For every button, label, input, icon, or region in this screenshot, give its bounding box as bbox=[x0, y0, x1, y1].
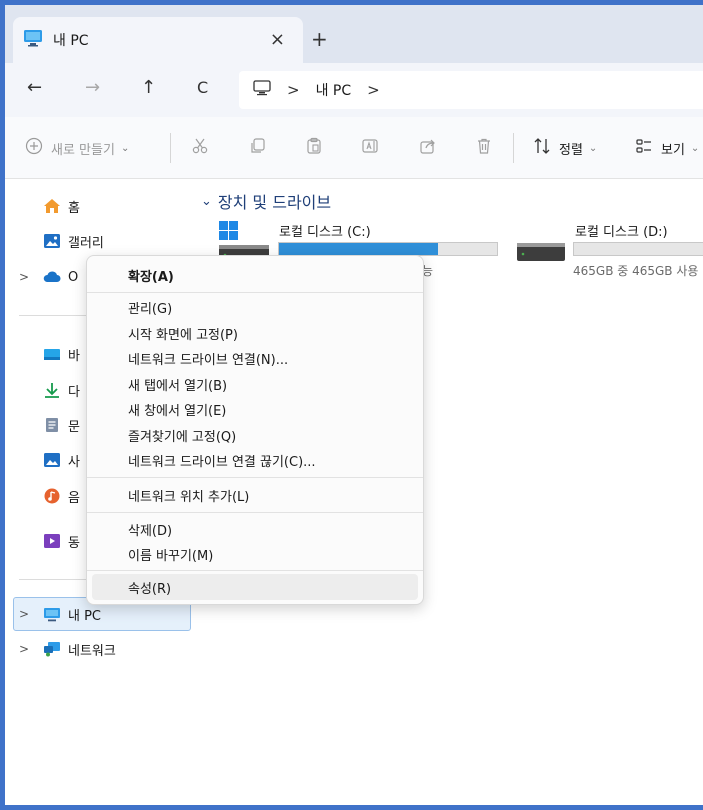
menu-item-delete[interactable]: 삭제(D) bbox=[92, 516, 418, 542]
chevron-right-icon[interactable]: > bbox=[19, 270, 29, 284]
sidebar-item-label: O bbox=[68, 269, 79, 285]
sidebar-item-label: 바 bbox=[68, 348, 80, 364]
menu-item-properties[interactable]: 속성(R) bbox=[92, 574, 418, 600]
sidebar-item-home[interactable]: 홈 bbox=[5, 189, 187, 223]
home-icon bbox=[43, 198, 61, 214]
download-icon bbox=[43, 382, 61, 398]
sidebar-item-label: 갤러리 bbox=[68, 235, 104, 251]
chevron-down-icon: ⌄ bbox=[120, 142, 130, 154]
monitor-icon bbox=[23, 29, 43, 51]
menu-separator bbox=[87, 512, 423, 513]
drive-usage-fill bbox=[279, 243, 439, 255]
network-icon bbox=[43, 641, 61, 657]
document-icon bbox=[43, 417, 61, 433]
menu-item-manage[interactable]: 관리(G) bbox=[92, 294, 418, 320]
desktop-icon bbox=[43, 346, 61, 362]
sidebar-item-label: 다 bbox=[68, 384, 80, 400]
sidebar-item-label: 음 bbox=[68, 490, 80, 506]
tab-bar: 내 PC × + bbox=[5, 5, 703, 63]
sidebar-item-label: 홈 bbox=[68, 200, 80, 216]
system-drive-icon bbox=[217, 219, 269, 261]
sort-icon bbox=[533, 137, 551, 159]
breadcrumb-expand[interactable]: > bbox=[367, 81, 380, 99]
tab-close-button[interactable]: × bbox=[270, 29, 285, 50]
new-button[interactable]: 새로 만들기 ⌄ bbox=[25, 137, 129, 159]
chevron-right-icon[interactable]: > bbox=[19, 607, 29, 621]
menu-separator bbox=[87, 477, 423, 478]
paste-icon[interactable] bbox=[305, 137, 323, 155]
breadcrumb-separator[interactable]: > bbox=[287, 81, 300, 99]
new-tab-button[interactable]: + bbox=[311, 29, 328, 49]
cut-icon[interactable] bbox=[191, 137, 209, 155]
sidebar-item-label: 동 bbox=[68, 535, 80, 551]
back-button[interactable]: ← bbox=[27, 77, 42, 99]
address-bar-row: ← → ↑ C > 내 PC > bbox=[5, 63, 703, 117]
sidebar-item-label: 사 bbox=[68, 454, 80, 470]
tab-title: 내 PC bbox=[53, 33, 89, 49]
drive-d[interactable]: 로컬 디스크 (D:) 465GB 중 465GB 사용 bbox=[515, 219, 703, 283]
menu-item-open-in-new-tab[interactable]: 새 탭에서 열기(B) bbox=[92, 371, 418, 397]
picture-icon bbox=[43, 452, 61, 468]
breadcrumb-this-pc[interactable]: 내 PC bbox=[316, 80, 352, 100]
drive-name: 로컬 디스크 (C:) bbox=[279, 225, 371, 240]
drive-name: 로컬 디스크 (D:) bbox=[575, 225, 668, 240]
view-button-label: 보기 bbox=[661, 142, 685, 158]
rename-icon[interactable] bbox=[361, 137, 379, 155]
menu-separator bbox=[87, 570, 423, 571]
drive-size-text: 465GB 중 465GB 사용 bbox=[573, 264, 699, 278]
new-button-label: 새로 만들기 bbox=[51, 142, 115, 158]
menu-separator bbox=[87, 292, 423, 293]
drive-usage-bar bbox=[278, 242, 498, 256]
sidebar-item-label: 네트워크 bbox=[68, 643, 116, 659]
toolbar-divider bbox=[513, 133, 514, 163]
music-icon bbox=[43, 488, 61, 504]
menu-item-rename[interactable]: 이름 바꾸기(M) bbox=[92, 541, 418, 567]
sort-button-label: 정렬 bbox=[559, 142, 583, 158]
cloud-icon bbox=[43, 269, 61, 285]
hard-drive-icon bbox=[515, 237, 567, 277]
menu-item-expand[interactable]: 확장(A) bbox=[92, 262, 418, 288]
section-title: 장치 및 드라이브 bbox=[217, 193, 332, 212]
menu-item-disconnect-network-drive[interactable]: 네트워크 드라이브 연결 끊기(C)... bbox=[92, 447, 418, 473]
chevron-down-icon: ⌄ bbox=[201, 193, 212, 209]
menu-item-add-network-location[interactable]: 네트워크 위치 추가(L) bbox=[92, 482, 418, 508]
menu-item-open-in-new-window[interactable]: 새 창에서 열기(E) bbox=[92, 396, 418, 422]
share-icon[interactable] bbox=[419, 137, 437, 155]
sidebar-item-gallery[interactable]: 갤러리 bbox=[5, 224, 187, 258]
plus-circle-icon bbox=[25, 137, 43, 159]
menu-item-map-network-drive[interactable]: 네트워크 드라이브 연결(N)... bbox=[92, 345, 418, 371]
gallery-icon bbox=[43, 233, 61, 249]
menu-item-pin-to-start[interactable]: 시작 화면에 고정(P) bbox=[92, 320, 418, 346]
sidebar-item-label: 문 bbox=[68, 419, 80, 435]
view-icon bbox=[635, 137, 653, 159]
video-icon bbox=[43, 533, 61, 549]
address-field[interactable]: > 내 PC > bbox=[239, 71, 703, 109]
sidebar-item-label: 내 PC bbox=[68, 608, 102, 624]
tab-this-pc[interactable]: 내 PC × bbox=[13, 17, 303, 63]
menu-item-pin-to-quick-access[interactable]: 즐겨찾기에 고정(Q) bbox=[92, 422, 418, 448]
up-button[interactable]: ↑ bbox=[141, 77, 156, 99]
toolbar-divider bbox=[170, 133, 171, 163]
refresh-button[interactable]: C bbox=[197, 77, 208, 99]
command-bar: 새로 만들기 ⌄ 정렬 ⌄ 보기 ⌄ bbox=[5, 117, 703, 179]
copy-icon[interactable] bbox=[249, 137, 267, 155]
context-menu: 확장(A) 관리(G) 시작 화면에 고정(P) 네트워크 드라이브 연결(N)… bbox=[86, 255, 424, 605]
chevron-right-icon[interactable]: > bbox=[19, 642, 29, 656]
forward-button[interactable]: → bbox=[85, 77, 100, 99]
devices-and-drives-header[interactable]: ⌄ 장치 및 드라이브 bbox=[201, 189, 331, 213]
monitor-icon bbox=[253, 80, 271, 100]
file-explorer-window: 내 PC × + ← → ↑ C > 내 PC > 새로 만들기 ⌄ 정렬 ⌄ … bbox=[0, 0, 703, 810]
drive-usage-bar bbox=[573, 242, 703, 256]
chevron-down-icon: ⌄ bbox=[690, 142, 700, 154]
monitor-icon bbox=[43, 607, 61, 623]
chevron-down-icon: ⌄ bbox=[588, 142, 598, 154]
view-button[interactable]: 보기 ⌄ bbox=[635, 137, 699, 159]
sidebar-item-network[interactable]: > 네트워크 bbox=[5, 632, 187, 666]
delete-icon[interactable] bbox=[475, 137, 493, 155]
sort-button[interactable]: 정렬 ⌄ bbox=[533, 137, 597, 159]
